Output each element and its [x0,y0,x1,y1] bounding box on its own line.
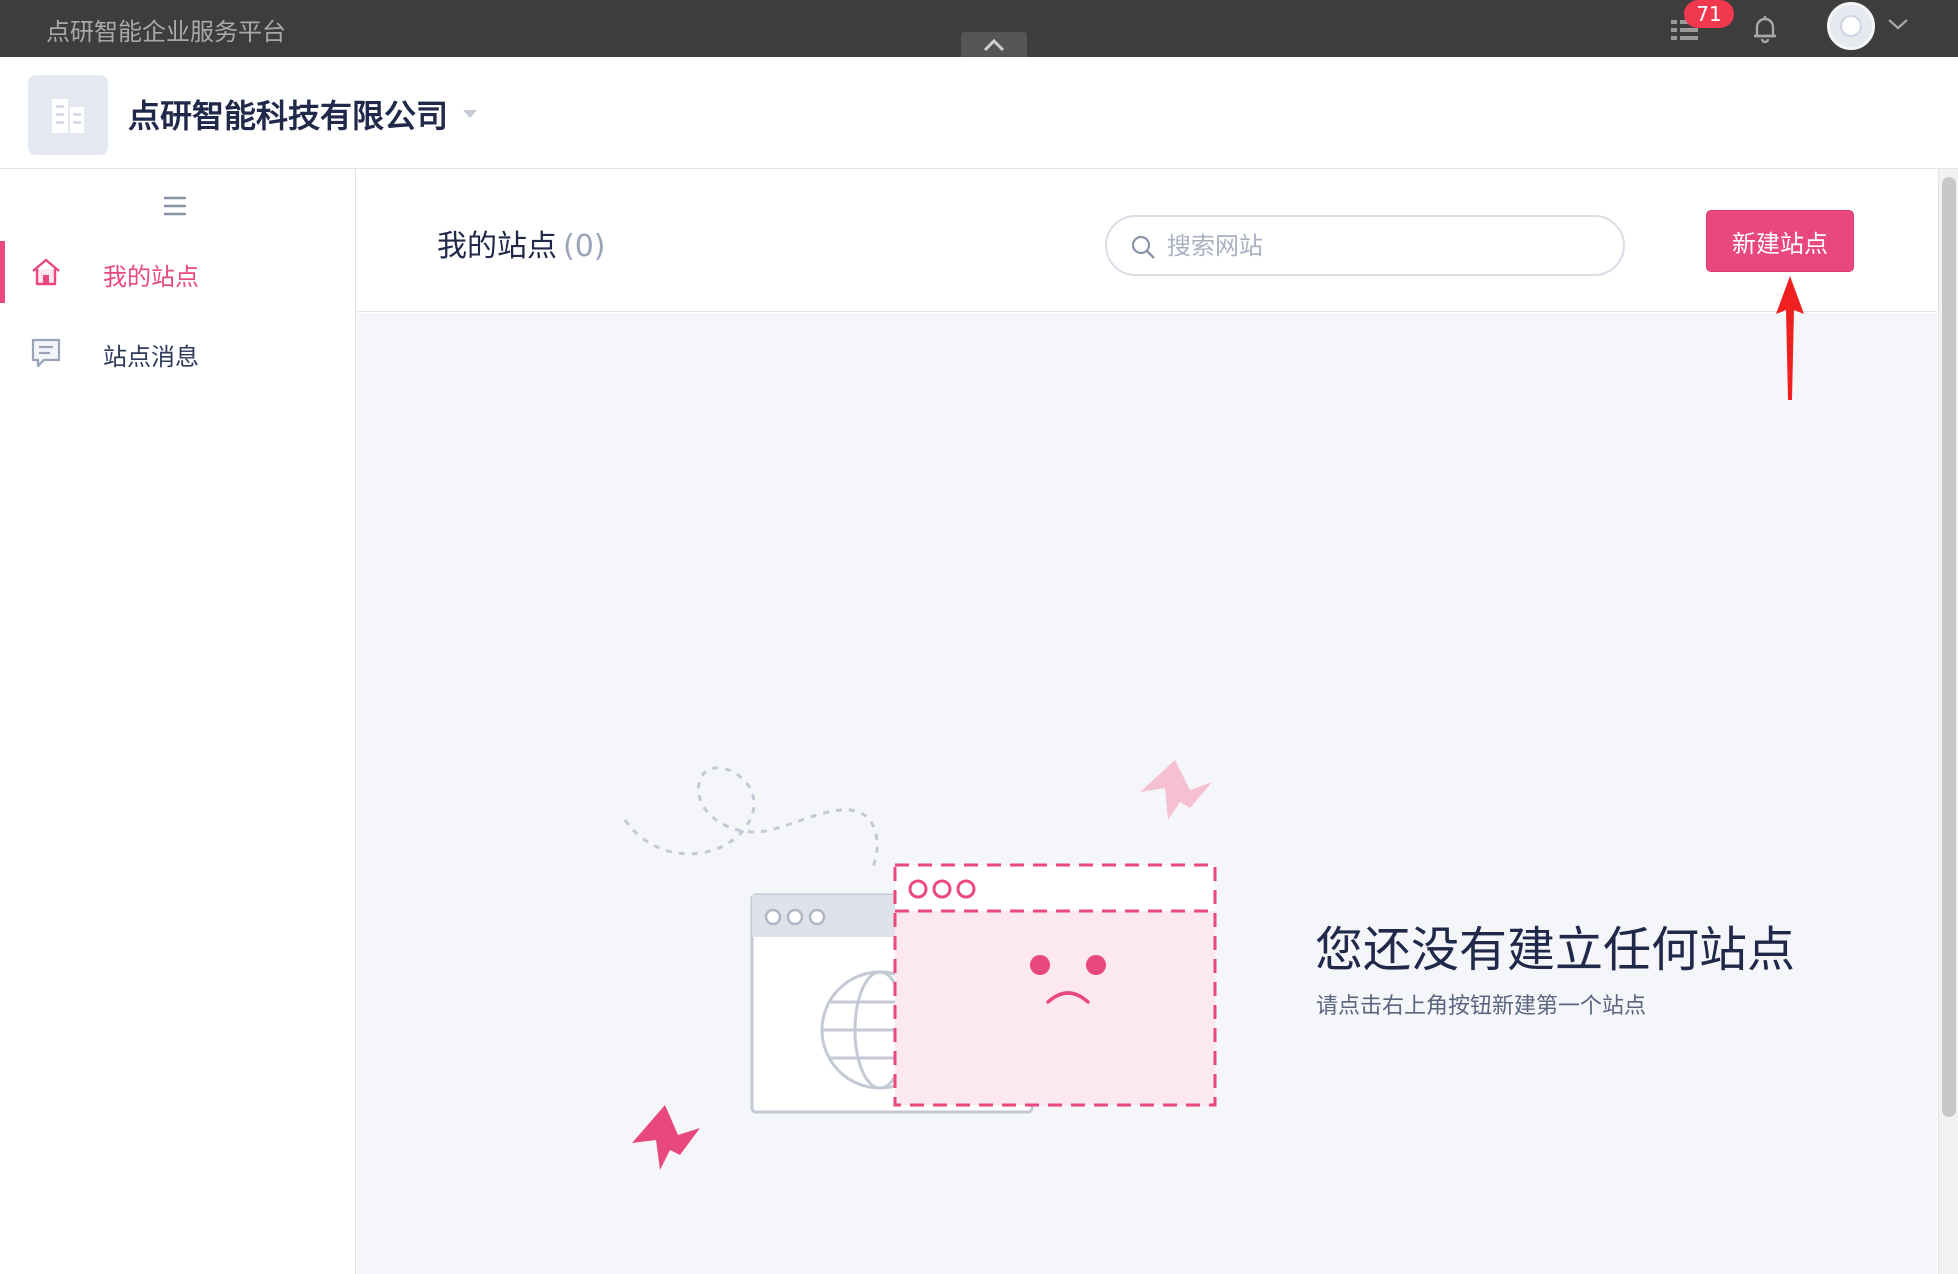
chevron-up-icon [983,38,1005,51]
message-icon [31,338,61,368]
page-title-text: 我的站点 [437,229,557,264]
scrollbar[interactable] [1938,169,1958,1274]
sad-face-icon [1030,955,1050,975]
task-count-badge: 71 [1684,0,1734,28]
collapse-topbar-button[interactable] [961,32,1027,57]
page-title: 我的站点 (0) [437,221,606,265]
sparkle-icon [632,1105,700,1170]
platform-topbar: 点研智能企业服务平台 71 [0,0,1958,57]
menu-icon[interactable] [158,191,192,221]
new-site-button[interactable]: 新建站点 [1706,210,1854,272]
company-name[interactable]: 点研智能科技有限公司 [128,91,448,137]
search-input[interactable] [1167,225,1607,267]
avatar[interactable] [1827,2,1875,50]
building-icon [52,99,84,133]
chevron-down-icon[interactable] [1886,14,1910,34]
sparkle-icon [1140,760,1212,820]
search-icon [1131,235,1155,259]
empty-sites-illustration [623,760,1217,1170]
sidebar-item-my-sites[interactable]: 我的站点 [0,241,355,303]
scrollbar-thumb[interactable] [1942,177,1956,1117]
sidebar-item-label: 我的站点 [103,263,199,291]
avatar-face [1840,15,1862,37]
caret-down-icon[interactable] [460,107,480,121]
empty-state-title: 您还没有建立任何站点 [1315,922,1796,978]
home-icon [32,258,60,286]
company-logo [28,75,108,155]
bell-icon[interactable] [1748,12,1782,46]
sidebar: 我的站点 站点消息 [0,169,356,1274]
company-header: 点研智能科技有限公司 [0,57,1958,169]
site-count: (0) [563,229,606,264]
sidebar-item-site-messages[interactable]: 站点消息 [0,321,355,383]
empty-state-subtitle: 请点击右上角按钮新建第一个站点 [1316,994,1647,1019]
search-field[interactable] [1105,215,1625,276]
platform-title: 点研智能企业服务平台 [46,18,286,46]
sidebar-item-label: 站点消息 [103,343,199,371]
arrow-annotation-icon [1776,276,1804,400]
